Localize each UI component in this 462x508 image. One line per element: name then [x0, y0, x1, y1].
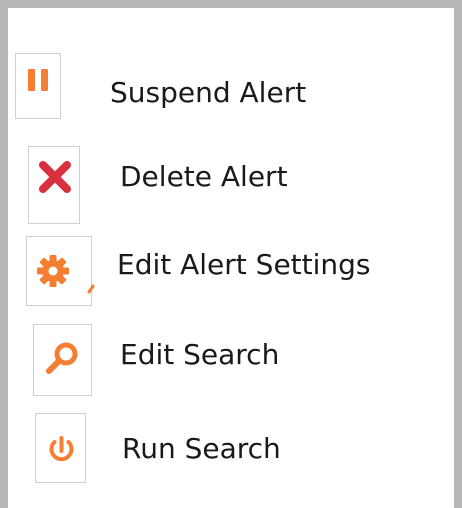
pause-icon	[15, 53, 61, 119]
menu-item-label: Delete Alert	[120, 160, 288, 193]
menu-item-suspend-alert[interactable]: Suspend Alert	[8, 8, 454, 119]
close-icon	[28, 146, 80, 224]
menu-item-label: Run Search	[122, 432, 281, 465]
power-icon	[35, 413, 86, 483]
menu-item-label: Edit Alert Settings	[117, 248, 371, 281]
context-menu: Suspend Alert Delete Alert Edit Alert Se…	[0, 0, 462, 508]
menu-item-label: Suspend Alert	[110, 76, 307, 109]
menu-item-run-search[interactable]: Run Search	[8, 8, 454, 483]
menu-item-label: Edit Search	[120, 338, 280, 371]
search-icon	[33, 324, 92, 396]
gear-icon	[26, 236, 95, 306]
